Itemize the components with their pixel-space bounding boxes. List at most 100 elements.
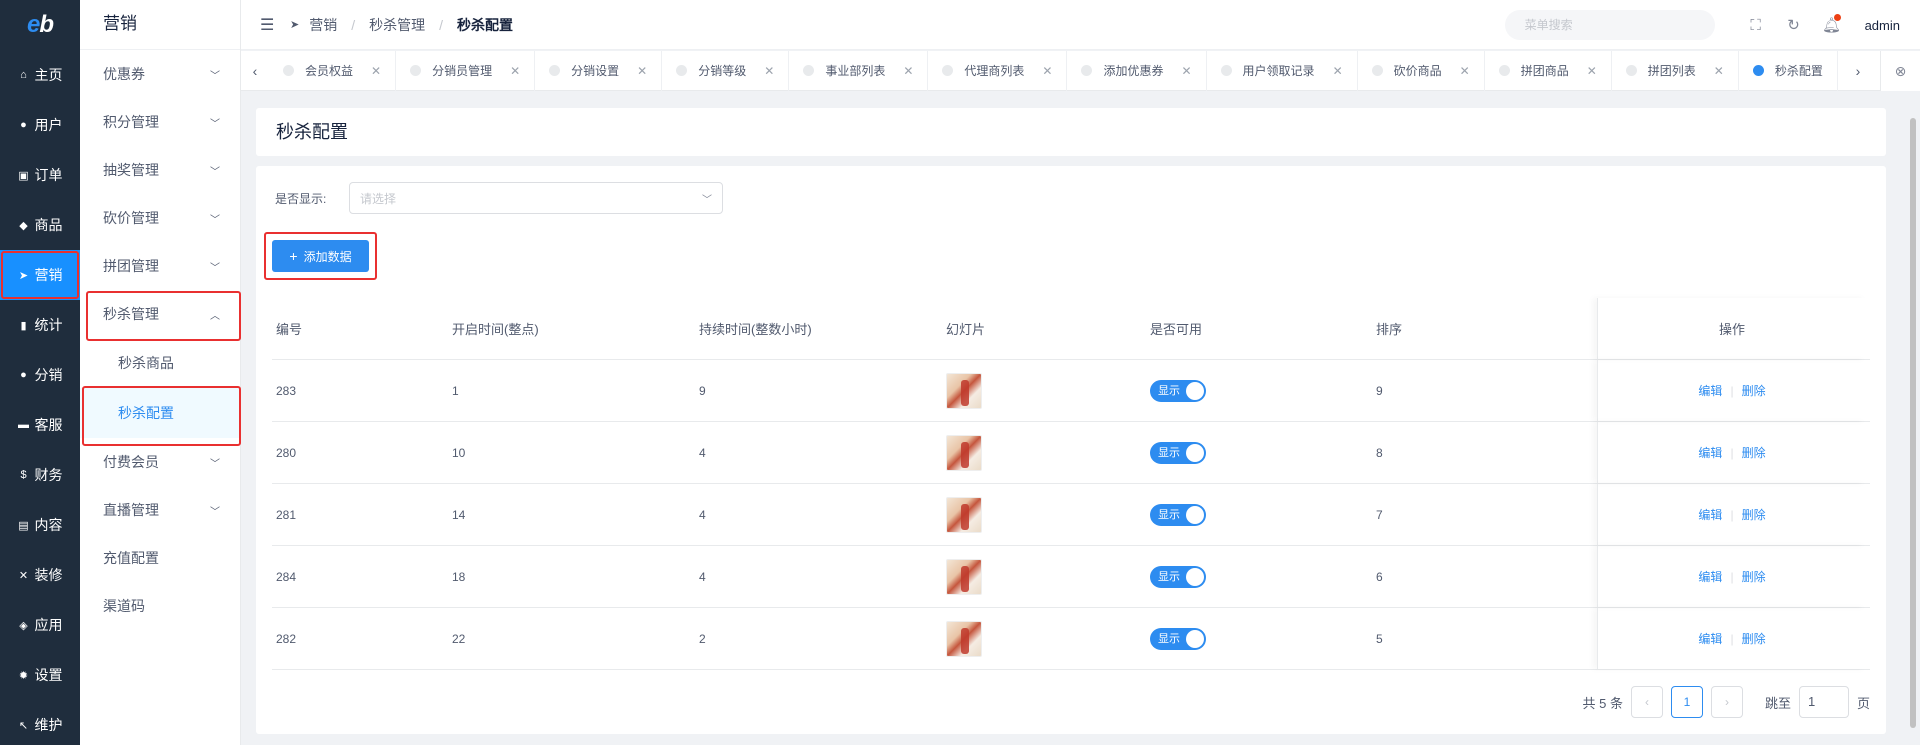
tab-item[interactable]: 砍价商品 ✕ <box>1358 50 1485 91</box>
delete-link[interactable]: 删除 <box>1742 506 1766 523</box>
close-tab-icon[interactable]: ✕ <box>1333 64 1343 78</box>
menu-search-input[interactable]: 菜单搜索 <box>1504 10 1715 40</box>
close-tab-icon[interactable]: ✕ <box>1587 64 1597 78</box>
app-logo[interactable]: eb <box>0 0 80 50</box>
edit-link[interactable]: 编辑 <box>1698 506 1722 523</box>
status-toggle[interactable]: 显示 <box>1150 565 1206 588</box>
rail-item-home[interactable]: ⌂ 主页 <box>0 50 80 100</box>
rail-item-gear[interactable]: ✹ 设置 <box>0 650 80 700</box>
tab-item[interactable]: 拼团商品 ✕ <box>1485 50 1612 91</box>
close-tab-icon[interactable]: ✕ <box>1460 64 1470 78</box>
breadcrumb-item[interactable]: 营销 <box>309 15 337 35</box>
page-suffix: 页 <box>1856 695 1870 711</box>
tab-item[interactable]: 拼团列表 ✕ <box>1612 50 1739 91</box>
close-tab-icon[interactable]: ✕ <box>637 64 647 78</box>
tab-label: 事业部列表 <box>825 64 886 78</box>
user-menu[interactable]: admin <box>1865 18 1900 33</box>
delete-link[interactable]: 删除 <box>1742 382 1766 399</box>
submenu-group[interactable]: 砍价管理 ﹀ <box>80 194 240 242</box>
tab-item[interactable]: 秒杀配置 <box>1739 50 1838 91</box>
rail-item-book[interactable]: ▤ 内容 <box>0 500 80 550</box>
refresh-icon[interactable]: ↻ <box>1775 16 1813 34</box>
bell-icon[interactable]: 🔔︎ <box>1813 14 1851 34</box>
close-all-tabs-icon[interactable]: ⊗ <box>1880 51 1920 91</box>
submenu-group[interactable]: 拼团管理 ﹀ <box>80 242 240 290</box>
status-toggle[interactable]: 显示 <box>1150 379 1206 402</box>
rail-item-basket[interactable]: ◆ 商品 <box>0 200 80 250</box>
rail-item-user[interactable]: ● 用户 <box>0 100 80 150</box>
column-header: 开启时间(整点) <box>452 322 539 337</box>
submenu-group[interactable]: 优惠券 ﹀ <box>80 50 240 98</box>
prev-page-button[interactable]: ‹ <box>1630 686 1663 718</box>
rail-item-wrench[interactable]: ↖ 维护 <box>0 700 80 745</box>
rail-item-cart[interactable]: ▣ 订单 <box>0 150 80 200</box>
delete-link[interactable]: 删除 <box>1742 444 1766 461</box>
slide-thumbnail[interactable] <box>946 496 982 533</box>
cell-slide <box>946 496 1150 533</box>
tab-item[interactable]: 分销员管理 ✕ <box>396 50 536 91</box>
column-header: 是否可用 <box>1150 322 1203 337</box>
page-scrollbar[interactable] <box>1908 108 1918 738</box>
submenu-group[interactable]: 抽奖管理 ﹀ <box>80 146 240 194</box>
cell-duration: 4 <box>699 569 706 584</box>
edit-link[interactable]: 编辑 <box>1698 630 1722 647</box>
close-tab-icon[interactable]: ✕ <box>1181 64 1191 78</box>
rail-item-cube[interactable]: ◈ 应用 <box>0 600 80 650</box>
tab-item[interactable]: 分销设置 ✕ <box>535 50 663 91</box>
status-toggle[interactable]: 显示 <box>1150 441 1206 464</box>
show-status-select[interactable]: 请选择 ﹀ <box>349 182 723 214</box>
slide-thumbnail[interactable] <box>946 372 982 409</box>
edit-link[interactable]: 编辑 <box>1698 382 1722 399</box>
status-toggle[interactable]: 显示 <box>1150 503 1206 526</box>
submenu-group[interactable]: 付费会员 ﹀ <box>80 438 240 486</box>
cell-start-hour: 10 <box>452 445 466 460</box>
submenu-group[interactable]: 渠道码 <box>80 582 240 630</box>
tab-item[interactable]: 事业部列表 ✕ <box>789 50 929 91</box>
jump-page-input[interactable]: 1 <box>1798 686 1849 718</box>
submenu-group-label: 渠道码 <box>103 598 145 614</box>
slide-thumbnail[interactable] <box>946 620 982 657</box>
delete-link[interactable]: 删除 <box>1742 630 1766 647</box>
tab-item[interactable]: 代理商列表 ✕ <box>928 50 1068 91</box>
rail-item-tools[interactable]: ✕ 装修 <box>0 550 80 600</box>
rail-item-chat[interactable]: ▬ 客服 <box>0 400 80 450</box>
submenu-item[interactable]: 秒杀配置 <box>80 388 240 438</box>
submenu-group[interactable]: 积分管理 ﹀ <box>80 98 240 146</box>
scrollbar-thumb[interactable] <box>1910 118 1916 728</box>
submenu-group[interactable]: 充值配置 <box>80 534 240 582</box>
submenu-group[interactable]: 秒杀管理 ︿ <box>80 290 240 338</box>
close-tab-icon[interactable]: ✕ <box>510 64 520 78</box>
delete-link[interactable]: 删除 <box>1742 568 1766 585</box>
tabs-prev-icon[interactable]: ‹ <box>241 51 269 91</box>
collapse-menu-icon[interactable]: ☰ <box>260 15 274 35</box>
edit-link[interactable]: 编辑 <box>1698 568 1722 585</box>
tab-item[interactable]: 会员权益 ✕ <box>269 50 397 91</box>
tab-item[interactable]: 分销等级 ✕ <box>662 50 790 91</box>
tab-item[interactable]: 添加优惠券 ✕ <box>1067 50 1207 91</box>
slide-thumbnail[interactable] <box>946 558 982 595</box>
rail-item-label: 设置 <box>34 667 63 683</box>
edit-link[interactable]: 编辑 <box>1698 444 1722 461</box>
rail-item-group[interactable]: ● 分销 <box>0 350 80 400</box>
submenu-group[interactable]: 直播管理 ﹀ <box>80 486 240 534</box>
slide-thumbnail[interactable] <box>946 434 982 471</box>
rail-item-dollar[interactable]: $ 财务 <box>0 450 80 500</box>
close-tab-icon[interactable]: ✕ <box>1042 64 1052 78</box>
rail-item-label: 用户 <box>34 117 63 133</box>
tabs-next-icon[interactable]: › <box>1844 51 1872 91</box>
page-number-button[interactable]: 1 <box>1670 686 1703 718</box>
fullscreen-icon[interactable]: ⛶ <box>1737 17 1775 34</box>
close-tab-icon[interactable]: ✕ <box>371 64 381 78</box>
action-divider: | <box>1730 507 1734 522</box>
rail-item-send[interactable]: ➤ 营销 <box>0 250 80 300</box>
add-data-button[interactable]: + 添加数据 <box>272 240 369 272</box>
submenu-item[interactable]: 秒杀商品 <box>80 338 240 388</box>
tab-item[interactable]: 用户领取记录 ✕ <box>1207 50 1358 91</box>
close-tab-icon[interactable]: ✕ <box>764 64 774 78</box>
breadcrumb-item[interactable]: 秒杀管理 <box>369 15 425 35</box>
close-tab-icon[interactable]: ✕ <box>1714 64 1724 78</box>
next-page-button[interactable]: › <box>1710 686 1743 718</box>
rail-item-bar-chart[interactable]: ▮ 统计 <box>0 300 80 350</box>
close-tab-icon[interactable]: ✕ <box>903 64 913 78</box>
status-toggle[interactable]: 显示 <box>1150 627 1206 650</box>
